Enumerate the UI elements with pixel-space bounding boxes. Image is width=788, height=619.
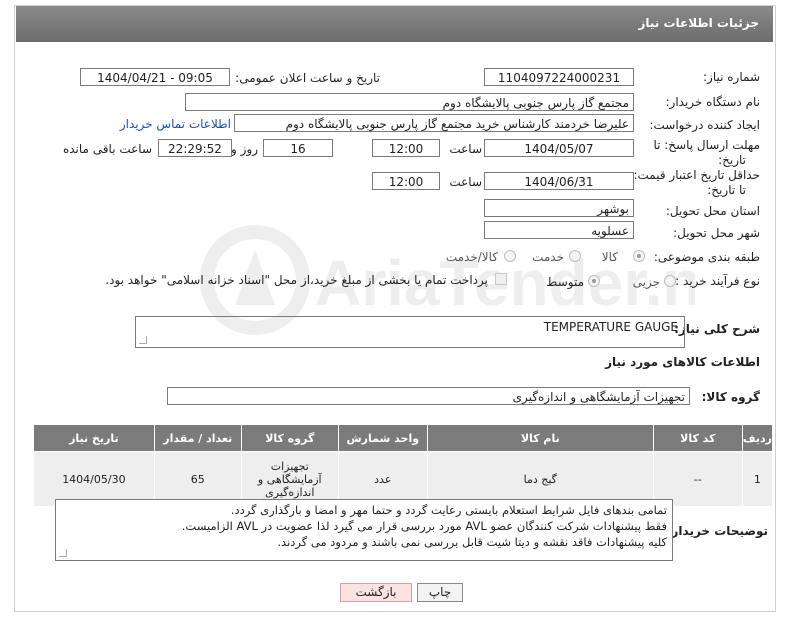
remaining-label: ساعت باقی مانده — [62, 142, 152, 156]
buyer-notes-label: توضیحات خریدار: — [666, 524, 768, 538]
category-radio-service[interactable] — [569, 250, 581, 262]
category-radio-goods-service[interactable] — [504, 250, 516, 262]
need-number-field: 1104097224000231 — [484, 68, 634, 86]
validity-label: حداقل تاریخ اعتبار قیمت: — [633, 168, 760, 182]
col-name: نام کالا — [426, 424, 654, 452]
need-number-label: شماره نیاز: — [703, 70, 760, 84]
process-label: نوع فرآیند خرید : — [675, 274, 760, 288]
process-option-minor: جزیی — [632, 275, 660, 289]
summary-field: TEMPERATURE GAUGE — [135, 316, 685, 348]
creator-label: ایجاد کننده درخواست: — [649, 118, 760, 132]
buyer-note-line: فقط پیشنهادات شرکت کنندگان عضو AVL مورد … — [181, 519, 667, 533]
remaining-time-field: 22:29:52 — [158, 139, 232, 157]
process-radio-medium[interactable] — [588, 275, 600, 287]
cell-row: 1 — [741, 451, 774, 507]
goods-group-field: تجهیزات آزمایشگاهی و اندازه‌گیری — [167, 387, 690, 405]
header-bar: جزئیات اطلاعات نیاز — [16, 6, 773, 42]
province-field: بوشهر — [484, 199, 634, 217]
deadline-label-2: تاریخ: — [718, 153, 746, 167]
goods-section-title: اطلاعات کالاهای مورد نیاز — [605, 355, 760, 369]
validity-time-label: ساعت — [449, 175, 482, 189]
col-qty: تعداد / مقدار — [153, 424, 242, 452]
payment-note: پرداخت تمام یا بخشی از مبلغ خرید،از محل … — [105, 273, 488, 287]
col-unit: واحد شمارش — [337, 424, 428, 452]
back-button[interactable]: بازگشت — [340, 583, 412, 602]
validity-label-2: تا تاریخ: — [707, 183, 746, 197]
col-date: تاریخ نیاز — [33, 424, 155, 452]
days-label: روز و — [231, 142, 258, 156]
city-label: شهر محل تحویل: — [673, 226, 760, 240]
creator-field: علیرضا خردمند کارشناس خرید مجتمع گاز پار… — [234, 114, 634, 132]
resize-handle[interactable] — [139, 336, 147, 344]
category-option-goods-service: کالا/خدمت — [445, 250, 498, 264]
city-field: عسلویه — [484, 221, 634, 239]
category-option-goods: کالا — [601, 250, 618, 264]
table-header-row: ردیف کد کالا نام کالا واحد شمارش گروه کا… — [33, 424, 774, 452]
deadline-time-field: 12:00 — [372, 139, 440, 157]
days-field: 16 — [263, 139, 333, 157]
goods-table: ردیف کد کالا نام کالا واحد شمارش گروه کا… — [33, 424, 774, 507]
buyer-org-label: نام دستگاه خریدار: — [665, 95, 761, 109]
announce-label: تاریخ و ساعت اعلان عمومی: — [235, 71, 380, 85]
deadline-label: مهلت ارسال پاسخ: تا — [653, 138, 760, 152]
category-option-service: خدمت — [532, 250, 564, 264]
print-button[interactable]: چاپ — [417, 583, 463, 602]
deadline-date-field: 1404/05/07 — [484, 139, 634, 157]
col-row: ردیف — [741, 424, 774, 452]
province-label: استان محل تحویل: — [665, 204, 760, 218]
buyer-contact-link[interactable]: اطلاعات تماس خریدار — [120, 117, 231, 131]
process-option-medium: متوسط — [546, 275, 584, 289]
summary-label: شرح کلی نیاز: — [674, 322, 760, 336]
buyer-org-field: مجتمع گاز پارس جنوبی پالایشگاه دوم — [185, 93, 634, 111]
process-radio-minor[interactable] — [664, 275, 676, 287]
validity-date-field: 1404/06/31 — [484, 172, 634, 190]
announce-field: 1404/04/21 - 09:05 — [80, 68, 230, 86]
buyer-note-line: تمامی بندهای فایل شرایط استعلام بایستی ر… — [230, 503, 667, 517]
resize-handle[interactable] — [59, 549, 67, 557]
validity-time-field: 12:00 — [372, 172, 440, 190]
page-title: جزئیات اطلاعات نیاز — [638, 16, 759, 30]
deadline-time-label: ساعت — [449, 142, 482, 156]
buyer-note-line: کلیه پیشنهادات فاقد نقشه و دیتا شیت قابل… — [277, 535, 667, 549]
col-group: گروه کالا — [240, 424, 339, 452]
treasury-checkbox[interactable] — [495, 273, 507, 285]
category-label: طبقه بندی موضوعی: — [653, 250, 760, 264]
goods-group-label: گروه کالا: — [701, 390, 760, 404]
category-radio-goods[interactable] — [633, 250, 645, 262]
buyer-notes-field: تمامی بندهای فایل شرایط استعلام بایستی ر… — [55, 499, 673, 561]
col-code: کد کالا — [652, 424, 743, 452]
summary-text: TEMPERATURE GAUGE — [543, 320, 678, 334]
